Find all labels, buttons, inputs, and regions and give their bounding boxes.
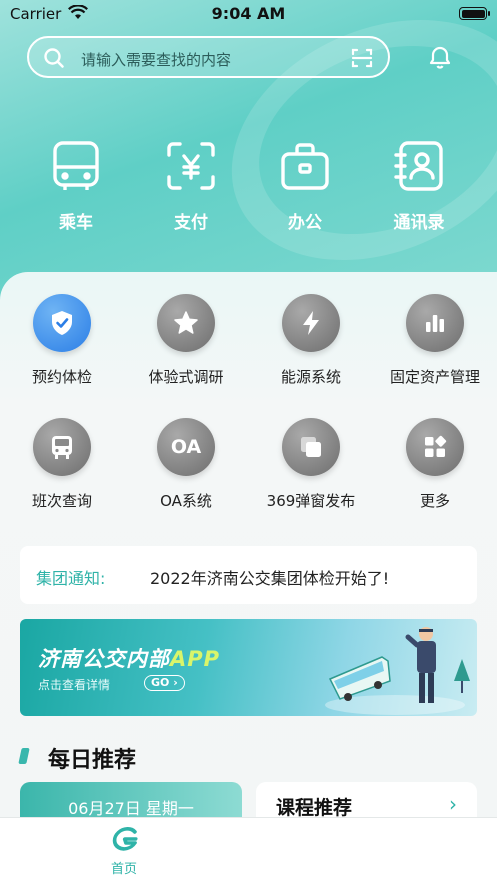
bar-chart-icon <box>406 294 464 352</box>
app-banner[interactable]: 济南公交内部APP 点击查看详情 GO › <box>20 619 477 716</box>
grid-icon <box>406 418 464 476</box>
course-title: 课程推荐 <box>276 797 353 819</box>
quick-office-button[interactable]: 办公 <box>260 138 350 233</box>
function-assets[interactable]: 固定资产管理 <box>373 294 497 387</box>
function-schedule[interactable]: 班次查询 <box>0 418 124 511</box>
clock: 9:04 AM <box>211 4 286 23</box>
oa-glyph: OA <box>170 436 202 458</box>
star-icon <box>157 294 215 352</box>
banner-title: 济南公交内部APP <box>38 643 220 673</box>
quick-contacts-button[interactable]: 通讯录 <box>374 138 464 233</box>
function-label: 更多 <box>419 492 450 510</box>
oa-icon: OA <box>157 418 215 476</box>
quick-ride-button[interactable]: 乘车 <box>31 138 121 233</box>
bus-icon <box>33 418 91 476</box>
function-label: 班次查询 <box>31 492 92 510</box>
tab-home-label: 首页 <box>110 862 137 877</box>
banner-title-main: 济南公交内部 <box>38 647 170 671</box>
briefcase-icon <box>281 143 329 190</box>
banner-illustration <box>325 627 470 715</box>
chevron-right-icon: › <box>449 792 457 816</box>
home-logo-icon <box>112 827 138 851</box>
function-more[interactable]: 更多 <box>373 418 497 511</box>
banner-title-accent: APP <box>170 647 221 671</box>
function-popup[interactable]: 369弹窗发布 <box>249 418 373 511</box>
search-input[interactable]: 请输入需要查找的内容 <box>81 49 231 70</box>
notice-label: 集团通知: <box>36 569 106 588</box>
quick-ride-label: 乘车 <box>59 213 93 233</box>
function-label: 369弹窗发布 <box>266 492 356 510</box>
yuan-scan-icon <box>167 142 215 190</box>
layers-icon <box>282 418 340 476</box>
quick-office-label: 办公 <box>288 213 322 233</box>
tab-home[interactable]: 首页 <box>94 826 154 877</box>
battery-icon <box>459 7 490 20</box>
banner-go-label: GO <box>151 676 170 689</box>
section-title: 每日推荐 <box>48 748 137 773</box>
banner-subtitle: 点击查看详情 <box>38 678 111 692</box>
function-label: 能源系统 <box>280 368 341 386</box>
function-energy[interactable]: 能源系统 <box>249 294 373 387</box>
function-label: 固定资产管理 <box>389 368 480 386</box>
function-survey[interactable]: 体验式调研 <box>124 294 248 387</box>
bell-icon[interactable] <box>425 42 455 76</box>
quick-contacts-label: 通讯录 <box>393 213 445 233</box>
status-bar: Carrier 9:04 AM <box>0 0 497 28</box>
search-icon <box>43 47 65 73</box>
date-label: 06月27日 星期一 <box>68 799 194 818</box>
lightning-icon <box>282 294 340 352</box>
scan-icon[interactable] <box>350 46 374 74</box>
quick-pay-label: 支付 <box>174 213 208 233</box>
banner-go-button[interactable]: GO › <box>144 675 185 691</box>
contacts-icon <box>394 141 443 191</box>
function-label: 体验式调研 <box>148 368 224 386</box>
bus-icon <box>53 141 99 190</box>
function-label: 预约体检 <box>31 368 92 386</box>
function-checkup[interactable]: 预约体检 <box>0 294 124 387</box>
function-label: OA系统 <box>160 492 212 510</box>
tab-bar: 首页 <box>0 817 497 883</box>
search-bar[interactable]: 请输入需要查找的内容 <box>27 36 390 78</box>
quick-pay-button[interactable]: 支付 <box>146 138 236 233</box>
function-oa[interactable]: OA OA系统 <box>124 418 248 511</box>
shield-check-icon <box>33 294 91 352</box>
notice-text[interactable]: 2022年济南公交集团体检开始了! <box>150 565 389 589</box>
group-notice[interactable]: 集团通知: 2022年济南公交集团体检开始了! <box>20 546 477 604</box>
